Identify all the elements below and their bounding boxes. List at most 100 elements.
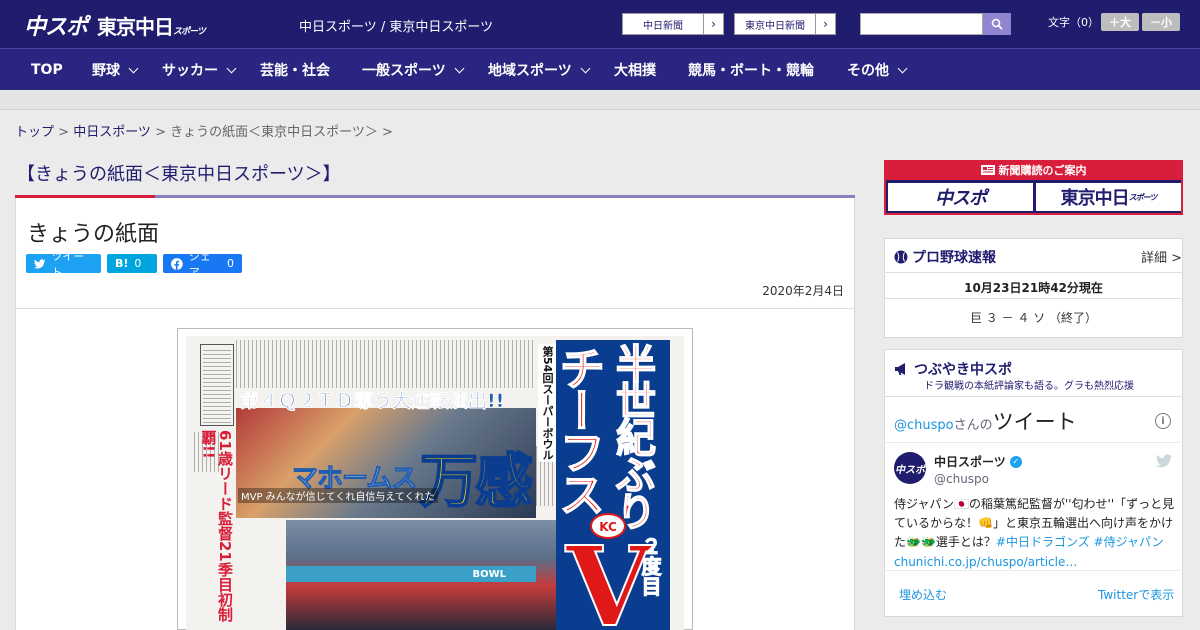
breadcrumb-top[interactable]: トップ [15,125,54,140]
newspaper-headline-blue: 第４Ｑ２ＴＤ奪う大逆転演出!! [240,390,505,413]
logo-chuspo[interactable]: 中スポ [24,9,88,41]
promo-tokyo-small: スポーツ [1128,192,1158,202]
newspaper-body-text [236,340,536,388]
card-accent [15,195,155,198]
baseball-title-label: プロ野球速報 [912,250,996,266]
nav-item-racing[interactable]: 競馬・ボート・競輪 [688,49,814,91]
hatena-count: 0 [134,257,142,270]
search-button[interactable] [983,13,1011,35]
tweet-author-handle[interactable]: @chuspo [934,472,989,486]
baseball-icon [894,250,908,264]
newspaper-scorebox [200,344,234,426]
nav-label: 一般スポーツ [362,63,446,79]
nav-item-general-sports[interactable]: 一般スポーツ [362,49,465,91]
newspaper-band: BOWL [286,566,536,582]
nav-item-sumo[interactable]: 大相撲 [614,49,656,91]
nav-item-other[interactable]: その他 [847,49,908,91]
sub-nav-bar [0,90,1200,110]
card-top-border [15,195,855,198]
nav-label: 地域スポーツ [488,63,572,79]
top-header: 中スポ 東京中日スポーツ 中日スポーツ / 東京中日スポーツ 中日新聞 › 東京… [0,0,1200,48]
facebook-label: シェア [188,249,211,279]
divider [884,570,1183,571]
tweets-title-label: つぶやき中スポ [914,362,1012,378]
facebook-count: 0 [227,257,234,270]
avatar[interactable]: 中スポ [894,452,926,484]
nav-label: 芸能・社会 [260,63,330,79]
promo-tokyo-label: 東京中日 [1060,188,1130,209]
chevron-down-icon [454,63,465,73]
tweets-subtitle: ドラ観戦の本紙評論家も語る。グラも熱烈応援 [924,381,1134,392]
breadcrumb-separator: > [54,125,74,140]
newspaper-headline-chiefs: チーフス [551,344,607,514]
breadcrumb-section[interactable]: 中日スポーツ [73,125,151,140]
tweet-author-name[interactable]: 中日スポーツ ✓ [934,453,1022,470]
baseball-detail-link[interactable]: 詳細 > [1141,247,1182,266]
subscribe-tokyo-button[interactable]: 東京中日 スポーツ [1036,183,1181,211]
tweets-header-san: さんの [953,418,993,433]
chevron-right-icon: › [703,14,723,34]
divider [16,308,854,309]
newspaper-icon [980,165,995,175]
facebook-icon [171,257,183,270]
view-on-twitter-link[interactable]: Twitterで表示 [1098,586,1174,603]
subscription-header[interactable]: 新聞購読のご案内 [884,160,1183,180]
search-input[interactable] [860,13,983,35]
twitter-embed-link[interactable]: 埋め込む [899,586,947,603]
newspaper-headline-hanseiki: 半世紀ぶり [608,342,656,529]
twitter-bird-icon [34,258,46,268]
divider [884,298,1183,299]
ext-link-label: 中日新聞 [643,20,683,32]
tweet-text: 侍ジャパン🇯🇵の稲葉篤紀監督が''匂わせ''「ずっと見ているからな！👊」と東京五… [894,495,1176,572]
nav-item-soccer[interactable]: サッカー [162,49,237,91]
divider [884,272,1183,273]
chevron-down-icon [128,63,139,73]
subscribe-chuspo-button[interactable]: 中スポ [888,183,1033,211]
tweet-button[interactable]: ツイート [26,250,101,279]
chevron-down-icon [226,63,237,73]
logo-tokyo-small: スポーツ [173,26,206,37]
promo-chuspo-label: 中スポ [935,188,987,209]
logo-tokyo-chunichi[interactable]: 東京中日スポーツ [97,11,206,40]
search-icon [991,18,1003,30]
twitter-bird-icon[interactable] [1156,454,1172,468]
article-title: きょうの紙面 [27,222,160,247]
tweets-header-user[interactable]: @chuspo [894,418,954,433]
ext-link-label: 東京中日新聞 [745,20,805,32]
scorebox-text [203,347,231,423]
chiefs-logo-icon: KC [590,513,626,539]
nav-label: TOP [31,62,63,78]
font-larger-button[interactable]: ＋大 [1101,13,1139,31]
nav-item-local-sports[interactable]: 地域スポーツ [488,49,591,91]
nav-item-baseball[interactable]: 野球 [92,49,139,91]
tweet-label: ツイート [51,249,85,279]
verified-badge-icon: ✓ [1009,455,1022,468]
nav-item-entertainment[interactable]: 芸能・社会 [260,49,330,91]
tokyo-shimbun-link[interactable]: 東京中日新聞 › [734,13,836,35]
nav-item-top[interactable]: TOP [31,49,63,91]
chevron-down-icon [580,63,591,73]
divider [884,442,1183,443]
nav-label: その他 [847,63,889,79]
divider [884,396,1183,397]
nav-label: 競馬・ボート・競輪 [688,63,814,79]
subscription-header-label: 新聞購読のご案内 [998,164,1087,177]
chevron-right-icon: › [815,14,835,34]
hatena-bookmark-button[interactable]: B! 0 [107,254,157,273]
tweets-header: @chuspoさんのツイート [894,406,1077,436]
main-nav: TOP 野球 サッカー 芸能・社会 一般スポーツ 地域スポーツ 大相撲 競馬・ボ… [0,48,1200,90]
baseball-update-time: 10月23日21時42分現在 [964,281,1103,295]
breadcrumb-current: きょうの紙面＜東京中日スポーツ＞ > [170,125,393,140]
site-logo[interactable]: 中スポ 東京中日スポーツ [24,9,206,41]
svg-text:KC: KC [599,520,617,534]
nav-label: サッカー [162,63,218,79]
chunichi-shimbun-link[interactable]: 中日新聞 › [622,13,724,35]
megaphone-icon [895,363,905,375]
baseball-score[interactable]: 巨 ３ － ４ ソ （終了） [884,309,1183,326]
facebook-share-button[interactable]: シェア 0 [163,250,242,279]
tweets-title: つぶやき中スポ [894,359,1012,379]
tweets-header-big: ツイート [992,410,1077,434]
info-icon[interactable]: i [1155,413,1171,429]
site-title[interactable]: 中日スポーツ / 東京中日スポーツ [299,16,493,35]
font-smaller-button[interactable]: －小 [1142,13,1180,31]
